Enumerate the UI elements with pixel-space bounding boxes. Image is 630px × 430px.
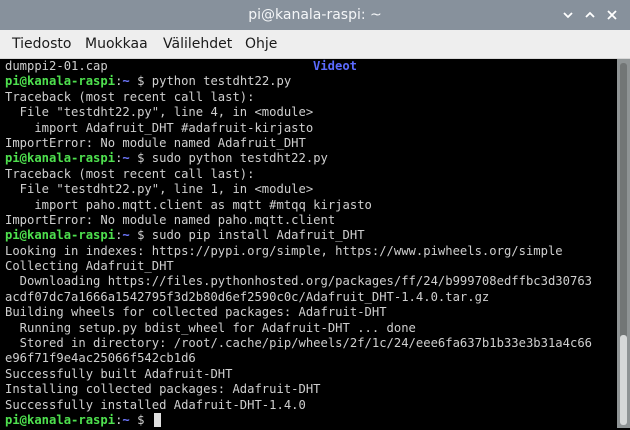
output-text: import paho.mqtt.client as mqtt #mtqq ki… xyxy=(5,197,372,212)
output-line: e96f71f9e4ac25066f542cb1d6 xyxy=(2,351,617,366)
output-line: Building wheels for collected packages: … xyxy=(2,305,617,320)
command-text: python testdht22.py xyxy=(144,74,292,89)
output-text: Installing collected packages: Adafruit-… xyxy=(5,382,321,397)
output-text: Looking in indexes: https://pypi.org/sim… xyxy=(5,243,563,258)
prompt-symbol: $ xyxy=(129,74,145,89)
output-text: acdf07dc7a1666a1542795f3d2b80d6ef2590c0c… xyxy=(5,289,490,304)
prompt-symbol: $ xyxy=(129,151,145,166)
maximize-icon[interactable] xyxy=(580,5,600,25)
output-line: Looking in indexes: https://pypi.org/sim… xyxy=(2,244,617,259)
prompt-symbol: $ xyxy=(129,412,145,427)
output-text: ImportError: No module named paho.mqtt.c… xyxy=(5,212,336,227)
output-text: Downloading https://files.pythonhosted.o… xyxy=(5,274,592,289)
output-line: Stored in directory: /root/.cache/pip/wh… xyxy=(2,336,617,351)
command-text: sudo pip install Adafruit_DHT xyxy=(144,228,365,243)
prompt-path: ~ xyxy=(122,412,130,427)
prompt-line: pi@kanala-raspi:~ $ xyxy=(2,413,617,428)
prompt-symbol: $ xyxy=(129,228,145,243)
output-line: Installing collected packages: Adafruit-… xyxy=(2,382,617,397)
output-text: e96f71f9e4ac25066f542cb1d6 xyxy=(5,351,196,366)
output-line: Traceback (most recent call last): xyxy=(2,90,617,105)
output-line: import paho.mqtt.client as mqtt #mtqq ki… xyxy=(2,198,617,213)
menu-muokkaa[interactable]: Muokkaa xyxy=(85,30,148,58)
directory-listing-entry: Videot xyxy=(313,59,358,73)
prompt-user: pi@kanala-raspi xyxy=(5,74,116,89)
prompt-line: pi@kanala-raspi:~ $ sudo pip install Ada… xyxy=(2,228,617,243)
close-icon[interactable] xyxy=(602,5,622,25)
command-text: sudo python testdht22.py xyxy=(144,151,328,166)
prompt-user: pi@kanala-raspi xyxy=(5,151,116,166)
output-line: Downloading https://files.pythonhosted.o… xyxy=(2,274,617,289)
output-line: Successfully installed Adafruit-DHT-1.4.… xyxy=(2,398,617,413)
output-line: import Adafruit_DHT #adafruit-kirjasto xyxy=(2,121,617,136)
output-text: File "testdht22.py", line 4, in <module> xyxy=(5,105,314,120)
output-text: Running setup.py bdist_wheel for Adafrui… xyxy=(5,320,416,335)
output-text: File "testdht22.py", line 1, in <module> xyxy=(5,182,314,197)
menu-tiedosto[interactable]: Tiedosto xyxy=(12,30,71,58)
prompt-user: pi@kanala-raspi xyxy=(5,412,116,427)
output-line: Successfully built Adafruit-DHT xyxy=(2,367,617,382)
output-text: ImportError: No module named Adafruit_DH… xyxy=(5,135,306,150)
output-line: Running setup.py bdist_wheel for Adafrui… xyxy=(2,321,617,336)
output-line: File "testdht22.py", line 4, in <module> xyxy=(2,105,617,120)
menu-bar: Tiedosto Muokkaa Välilehdet Ohje xyxy=(0,30,630,59)
output-line: acdf07dc7a1666a1542795f3d2b80d6ef2590c0c… xyxy=(2,290,617,305)
prompt-path: ~ xyxy=(122,74,130,89)
output-line: ImportError: No module named Adafruit_DH… xyxy=(2,136,617,151)
menu-valilehdet[interactable]: Välilehdet xyxy=(163,30,232,58)
output-text: dumppi2-01.cap xyxy=(5,59,108,73)
window-title: pi@kanala-raspi: ~ xyxy=(248,7,382,23)
command-text xyxy=(144,413,151,427)
output-line: ImportError: No module named paho.mqtt.c… xyxy=(2,213,617,228)
output-text: import Adafruit_DHT #adafruit-kirjasto xyxy=(5,120,314,135)
output-text: Traceback (most recent call last): xyxy=(5,166,255,181)
output-line: File "testdht22.py", line 1, in <module> xyxy=(2,182,617,197)
output-text: Successfully installed Adafruit-DHT-1.4.… xyxy=(5,397,306,412)
prompt-line: pi@kanala-raspi:~ $ python testdht22.py xyxy=(2,74,617,89)
output-line: Traceback (most recent call last): xyxy=(2,167,617,182)
output-text: Successfully built Adafruit-DHT xyxy=(5,366,233,381)
menu-ohje[interactable]: Ohje xyxy=(245,30,277,58)
title-bar[interactable]: pi@kanala-raspi: ~ xyxy=(0,0,630,30)
prompt-path: ~ xyxy=(122,151,130,166)
terminal-output[interactable]: dumppi2-01.cap Videot pi@kanala-raspi:~ $ … xyxy=(2,59,617,428)
output-text: Stored in directory: /root/.cache/pip/wh… xyxy=(5,336,592,351)
minimize-icon[interactable] xyxy=(558,5,578,25)
output-text: Traceback (most recent call last): xyxy=(5,89,255,104)
terminal-window: pi@kanala-raspi: ~ Tiedosto Muokkaa Väli… xyxy=(0,0,630,430)
output-line: dumppi2-01.cap Videot xyxy=(2,59,617,74)
prompt-line: pi@kanala-raspi:~ $ sudo python testdht2… xyxy=(2,151,617,166)
output-line: Collecting Adafruit_DHT xyxy=(2,259,617,274)
output-text: Building wheels for collected packages: … xyxy=(5,305,387,320)
output-text: Collecting Adafruit_DHT xyxy=(5,259,174,274)
text-cursor xyxy=(153,413,161,428)
prompt-path: ~ xyxy=(122,228,130,243)
terminal-scrollbar[interactable] xyxy=(617,59,630,430)
scrollbar-thumb[interactable] xyxy=(620,335,627,425)
prompt-user: pi@kanala-raspi xyxy=(5,228,116,243)
